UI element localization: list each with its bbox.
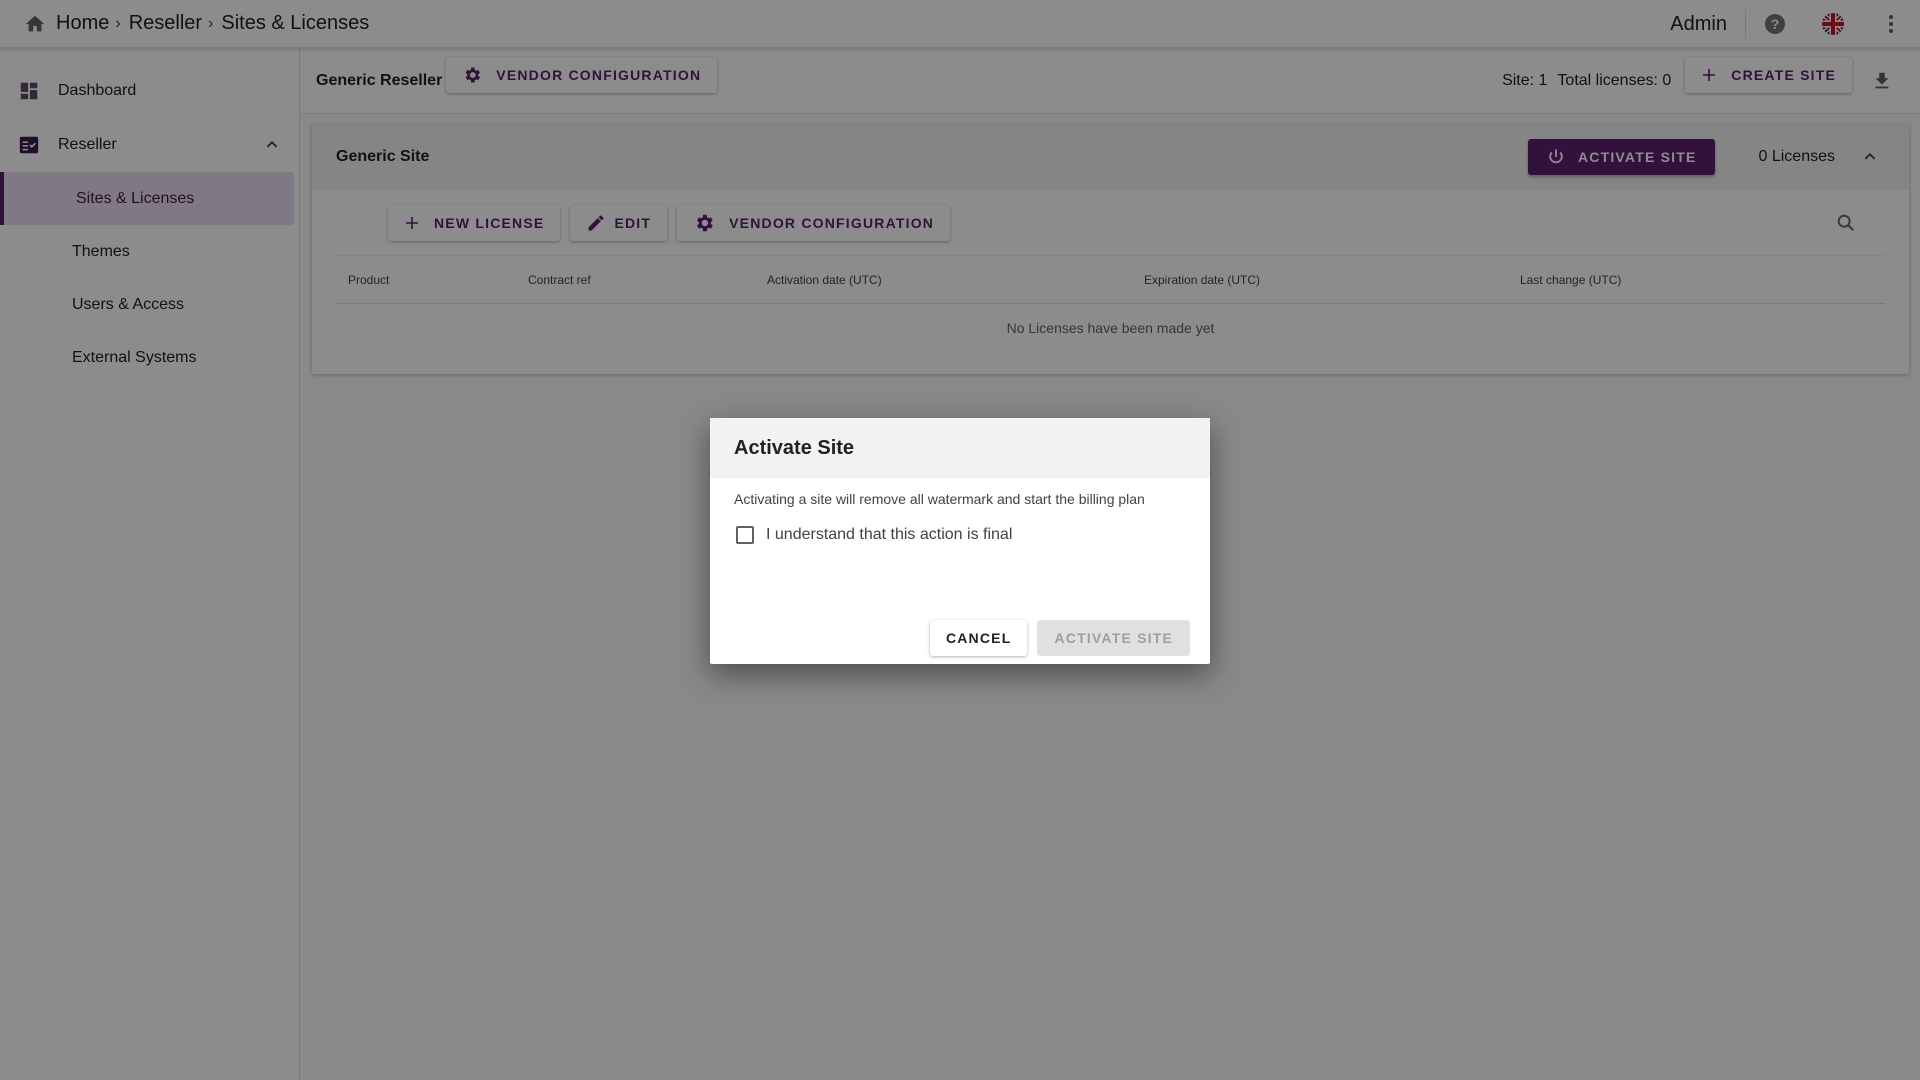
confirm-checkbox-label[interactable]: I understand that this action is final bbox=[766, 526, 1012, 544]
cancel-button[interactable]: CANCEL bbox=[929, 620, 1028, 656]
dialog-text: Activating a site will remove all waterm… bbox=[734, 491, 1145, 507]
confirm-activate-button[interactable]: ACTIVATE SITE bbox=[1037, 620, 1190, 656]
dialog-title: Activate Site bbox=[710, 418, 1210, 478]
confirm-checkbox[interactable] bbox=[736, 526, 754, 544]
confirm-checkbox-row[interactable]: I understand that this action is final bbox=[710, 526, 1210, 544]
activate-site-dialog: Activate Site Activating a site will rem… bbox=[710, 418, 1210, 664]
